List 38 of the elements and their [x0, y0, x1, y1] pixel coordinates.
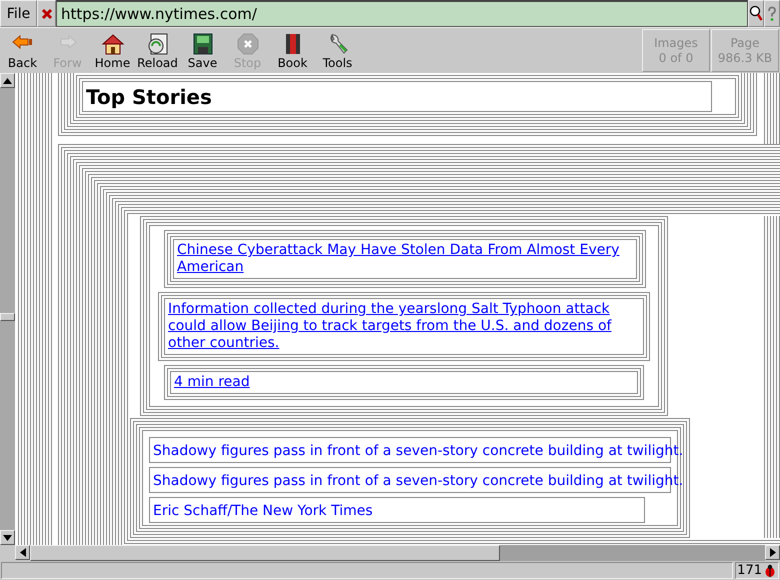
scroll-thumb[interactable] — [0, 313, 15, 321]
scroll-down-button[interactable] — [0, 530, 15, 545]
up-arrow-icon — [3, 78, 12, 84]
help-button[interactable] — [764, 0, 780, 27]
back-button[interactable]: Back — [0, 28, 45, 73]
panel-value: 0 of 0 — [658, 50, 694, 66]
right-arrow-icon — [770, 548, 776, 557]
close-icon — [40, 8, 52, 20]
left-arrow-icon — [20, 548, 26, 557]
scroll-right-button[interactable] — [765, 545, 780, 560]
panel-title: Images — [654, 36, 698, 50]
bug-icon — [764, 564, 776, 578]
search-button[interactable] — [748, 0, 764, 27]
down-arrow-icon — [3, 534, 12, 540]
photo-credit: Eric Schaff/The New York Times — [153, 503, 373, 519]
help-icon — [767, 6, 777, 22]
file-menu[interactable]: File — [0, 0, 37, 27]
section-heading: Top Stories — [85, 84, 213, 111]
search-icon — [749, 4, 763, 22]
image-caption: Shadowy figures pass in front of a seven-story concrete building at twilight. — [153, 473, 684, 489]
scroll-left-button[interactable] — [15, 545, 30, 560]
book-button[interactable]: Book — [270, 28, 315, 73]
scroll-up-button[interactable] — [0, 73, 15, 88]
vertical-scrollbar[interactable] — [0, 73, 15, 545]
clear-url-button[interactable] — [37, 0, 56, 27]
panel-title: Page — [730, 36, 760, 50]
image-caption: Shadowy figures pass in front of a seven-story concrete building at twilight. — [153, 443, 684, 459]
tools-button[interactable]: Tools — [315, 28, 360, 73]
url-field[interactable]: https://www.nytimes.com/ — [56, 0, 748, 27]
panel-value: 986.3 KB — [718, 50, 772, 66]
save-button[interactable]: Save — [180, 28, 225, 73]
home-button[interactable]: Home — [90, 28, 135, 73]
scroll-thumb[interactable] — [30, 545, 500, 561]
reload-button[interactable]: Reload — [135, 28, 180, 73]
bug-count: 171 — [737, 563, 762, 578]
bug-meter[interactable]: 171 — [735, 562, 779, 579]
home-icon — [100, 32, 126, 56]
stop-icon — [234, 32, 260, 56]
